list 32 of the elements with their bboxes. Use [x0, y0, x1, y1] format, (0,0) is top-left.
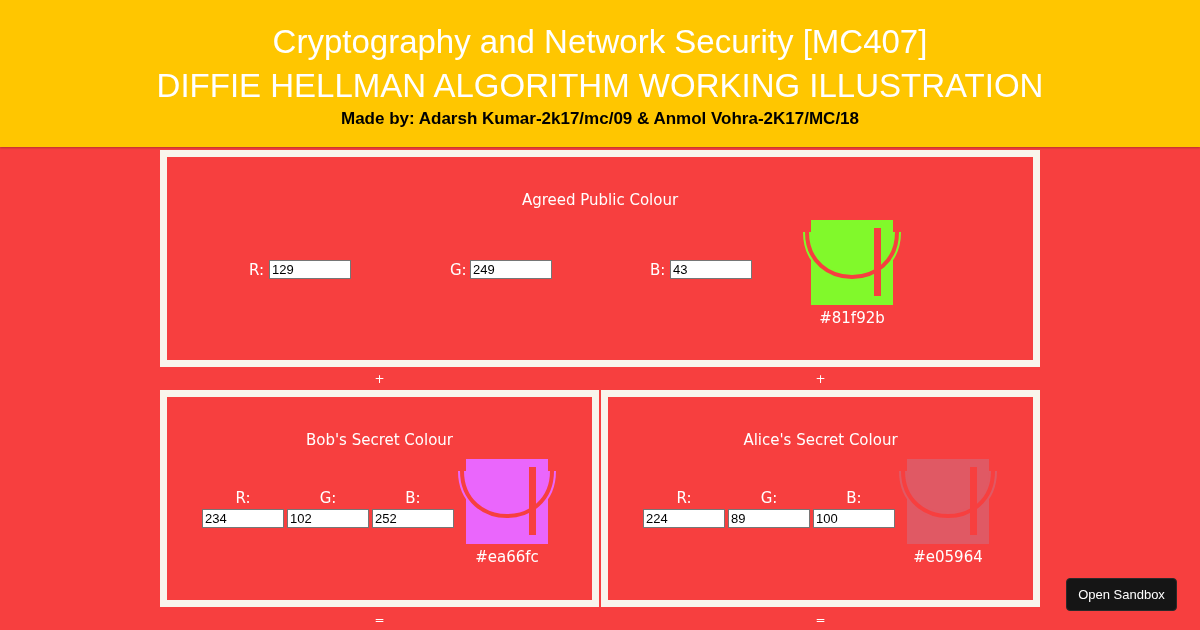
equals-sign: = [374, 613, 385, 627]
field-label: R: [676, 489, 692, 507]
field-label: B: [650, 260, 667, 279]
field-label: G: [450, 260, 468, 279]
input-field[interactable]: 234 [202, 509, 284, 528]
input-field[interactable]: 89 [728, 509, 810, 528]
input-field[interactable]: 129 [269, 260, 351, 279]
field-label: G: [319, 489, 337, 507]
plus-sign: + [815, 371, 826, 386]
input-field[interactable]: 224 [643, 509, 725, 528]
hex-code: #81f92b [819, 309, 885, 327]
field-label: R: [235, 489, 251, 507]
panel-title: Agreed Public Colour [521, 190, 679, 210]
input-field[interactable]: 43 [670, 260, 752, 279]
panel-title: Bob's Secret Colour [305, 430, 454, 450]
field-label: B: [405, 489, 421, 507]
input-field[interactable]: 102 [287, 509, 369, 528]
input-field[interactable]: 100 [813, 509, 895, 528]
field-label: R: [249, 260, 265, 279]
credits-text: Made by: Adarsh Kumar-2k17/mc/09 & Anmol Vohra-2K17/MC/18 [341, 108, 859, 130]
panel-title: Alice's Secret Colour [743, 430, 898, 450]
hex-code: #e05964 [913, 548, 983, 566]
input-field[interactable]: 249 [470, 260, 552, 279]
input-field[interactable]: 252 [372, 509, 454, 528]
equals-sign: = [815, 613, 826, 627]
field-label: G: [760, 489, 778, 507]
page-title: Cryptography and Network Security [MC407] [272, 22, 928, 62]
open-sandbox-button[interactable]: Open Sandbox [1066, 578, 1177, 611]
plus-sign: + [374, 371, 385, 386]
hex-code: #ea66fc [475, 548, 539, 566]
page-subtitle: DIFFIE HELLMAN ALGORITHM WORKING ILLUSTRATION [156, 66, 1044, 106]
field-label: B: [846, 489, 862, 507]
